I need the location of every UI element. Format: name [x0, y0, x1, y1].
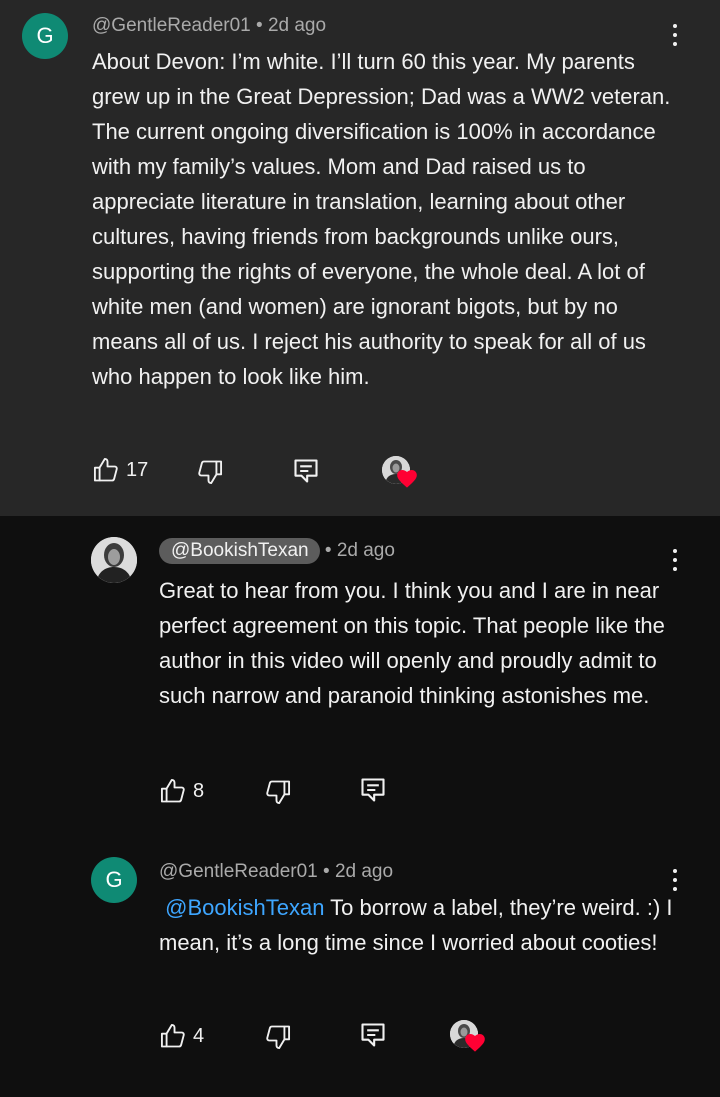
like-count: 17	[126, 458, 149, 481]
comment-text: @BookishTexan To borrow a label, they’re…	[159, 890, 679, 960]
avatar-letter: G	[105, 867, 123, 892]
thumbs-up-icon	[93, 457, 118, 482]
avatar[interactable]: G	[91, 857, 137, 903]
like-count: 4	[193, 1024, 205, 1047]
avatar[interactable]: G	[22, 13, 68, 59]
thumbs-up-icon	[160, 1023, 185, 1048]
reply-button[interactable]	[359, 1021, 387, 1049]
thumbs-down-icon	[266, 1025, 291, 1050]
comment-meta: @GentleReader01 • 2d ago	[92, 15, 326, 37]
author-handle[interactable]: @GentleReader01	[92, 15, 251, 36]
avatar[interactable]	[91, 537, 137, 583]
meta-separator: •	[323, 861, 330, 882]
meta-separator: •	[324, 540, 332, 561]
comment-time: 2d ago	[334, 861, 394, 882]
thumbs-down-icon	[266, 780, 291, 805]
dislike-button[interactable]	[264, 1023, 292, 1051]
like-button[interactable]: 8	[159, 777, 204, 805]
heart-icon	[397, 470, 417, 488]
comment-meta: @GentleReader01 • 2d ago	[159, 861, 393, 883]
like-button[interactable]: 4	[159, 1022, 204, 1050]
reply-icon	[361, 1023, 385, 1047]
creator-heart-badge	[450, 1020, 485, 1052]
thumbs-up-icon	[160, 778, 185, 803]
mention-link[interactable]: @BookishTexan	[165, 895, 324, 920]
dislike-button[interactable]	[264, 778, 292, 806]
like-count: 8	[193, 779, 205, 802]
thumbs-down-icon	[198, 460, 223, 485]
reply-comment: @BookishTexan • 2d ago Great to hear fro…	[0, 516, 720, 836]
like-button[interactable]: 17	[92, 456, 148, 484]
comment-time: 2d ago	[336, 540, 395, 561]
creator-heart-badge	[382, 456, 417, 488]
reply-button[interactable]	[359, 776, 387, 804]
reply-button[interactable]	[292, 457, 320, 485]
heart-icon	[465, 1034, 485, 1052]
comment-time: 2d ago	[267, 15, 327, 36]
creator-handle-badge[interactable]: @BookishTexan	[159, 538, 320, 564]
comment-text: Great to hear from you. I think you and …	[159, 578, 665, 708]
more-vertical-icon[interactable]	[670, 547, 680, 573]
comment-text: About Devon: I’m white. I’ll turn 60 thi…	[92, 49, 671, 389]
avatar-letter: G	[36, 23, 54, 48]
author-handle[interactable]: @GentleReader01	[159, 861, 318, 882]
meta-separator: •	[256, 15, 263, 36]
reply-comment: G @GentleReader01 • 2d ago @BookishTexan…	[0, 836, 720, 1097]
dislike-button[interactable]	[196, 458, 224, 486]
reply-icon	[361, 778, 385, 802]
comment-meta: @BookishTexan • 2d ago	[159, 538, 395, 564]
reply-icon	[294, 459, 318, 483]
comment-thread-top: G @GentleReader01 • 2d ago About Devon: …	[0, 0, 720, 516]
